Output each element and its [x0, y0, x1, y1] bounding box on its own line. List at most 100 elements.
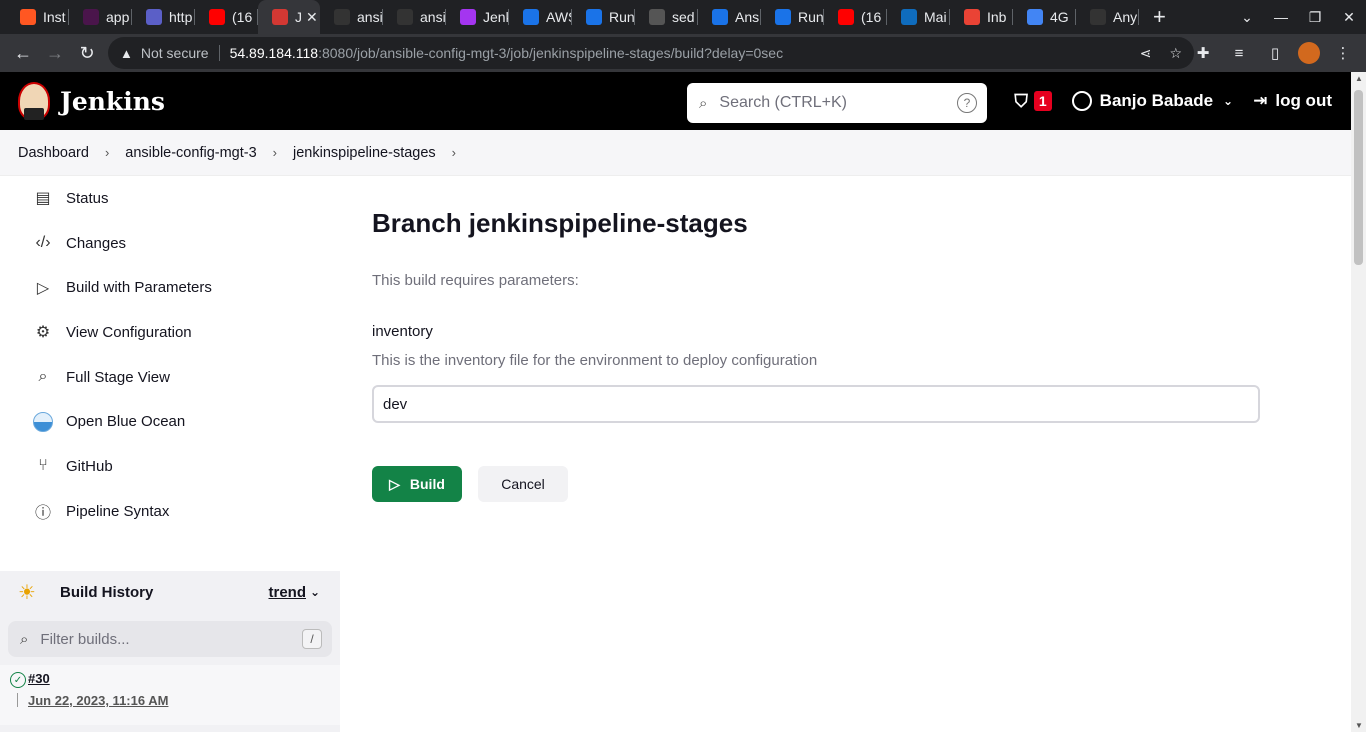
browser-tab[interactable]: ansi — [320, 0, 383, 34]
url-path[interactable]: :8080/job/ansible-config-mgt-3/job/jenki… — [318, 45, 783, 61]
chevron-right-icon[interactable]: › — [273, 145, 277, 160]
browser-tab[interactable]: app — [69, 0, 132, 34]
chevron-right-icon[interactable]: › — [105, 145, 109, 160]
security-label[interactable]: Not secure — [141, 45, 209, 61]
task-build-with-parameters[interactable]: ▷ Build with Parameters — [0, 265, 340, 310]
tab-title[interactable]: sed — [672, 9, 695, 25]
cancel-button[interactable]: Cancel — [478, 466, 568, 502]
task-open-blue-ocean[interactable]: Open Blue Ocean — [0, 399, 340, 444]
browser-tab[interactable]: Any — [1076, 0, 1139, 34]
breadcrumb-job[interactable]: jenkinspipeline-stages — [293, 145, 436, 161]
tab-title[interactable]: AWS — [546, 9, 572, 25]
task-pipeline-syntax[interactable]: ⓘ Pipeline Syntax — [0, 489, 340, 534]
inventory-input[interactable] — [372, 385, 1260, 423]
task-label[interactable]: Changes — [66, 235, 126, 252]
profile-avatar[interactable] — [1298, 42, 1320, 64]
browser-tab[interactable]: (16 — [195, 0, 258, 34]
browser-tab[interactable]: Run — [572, 0, 635, 34]
task-label[interactable]: Full Stage View — [66, 369, 170, 386]
tab-title[interactable]: app — [106, 9, 129, 25]
extensions-icon[interactable]: ✚ — [1190, 38, 1216, 68]
task-full-stage-view[interactable]: ⌕ Full Stage View — [0, 355, 340, 400]
task-label[interactable]: View Configuration — [66, 324, 192, 341]
logout-link[interactable]: ⇥ log out — [1253, 91, 1332, 111]
tab-title[interactable]: (16 — [232, 9, 252, 25]
user-menu[interactable]: Banjo Babade ⌄ — [1071, 91, 1233, 111]
scroll-up-icon[interactable]: ▲ — [1355, 74, 1363, 83]
user-name[interactable]: Banjo Babade — [1100, 91, 1213, 111]
reload-icon[interactable]: ↻ — [72, 38, 102, 68]
browser-tab[interactable]: Inst — [6, 0, 69, 34]
tab-title[interactable]: Any — [1113, 9, 1137, 25]
task-label[interactable]: Status — [66, 190, 109, 207]
app-name[interactable]: Jenkins — [60, 87, 165, 116]
tab-title[interactable]: Ans — [735, 9, 759, 25]
build-button[interactable]: ▷ Build — [372, 466, 462, 502]
breadcrumb-folder[interactable]: ansible-config-mgt-3 — [125, 145, 256, 161]
maximize-icon[interactable]: ❐ — [1298, 9, 1332, 26]
tab-title[interactable]: Run — [609, 9, 635, 25]
scroll-down-icon[interactable]: ▼ — [1355, 721, 1363, 730]
task-label[interactable]: Build with Parameters — [66, 279, 212, 296]
tab-title[interactable]: ansi — [357, 9, 383, 25]
chevron-down-icon[interactable]: ⌄ — [1223, 94, 1233, 108]
page-scrollbar[interactable]: ▲ ▼ — [1351, 72, 1366, 732]
filter-builds-input[interactable] — [40, 630, 281, 648]
tab-title[interactable]: (16 — [861, 9, 881, 25]
trend-link[interactable]: trend — [269, 584, 307, 601]
tab-title[interactable]: Jenk — [483, 9, 509, 25]
scrollbar-thumb[interactable] — [1354, 90, 1363, 265]
warning-icon[interactable]: ▲ — [120, 46, 133, 61]
jenkins-logo[interactable]: Jenkins — [18, 82, 165, 120]
browser-tab[interactable]: Ans — [698, 0, 761, 34]
browser-tab[interactable]: AWS — [509, 0, 572, 34]
bookmark-star-icon[interactable]: ☆ — [1169, 45, 1182, 62]
tab-title[interactable]: ansi — [420, 9, 446, 25]
browser-tab[interactable]: Jenk — [446, 0, 509, 34]
tab-title[interactable]: 4G — [1050, 9, 1069, 25]
browser-tab[interactable]: (16 — [824, 0, 887, 34]
browser-tab[interactable]: J ✕ — [258, 0, 320, 34]
back-icon[interactable]: ← — [8, 38, 38, 68]
close-window-icon[interactable]: ✕ — [1332, 9, 1366, 26]
browser-tab[interactable]: ansi — [383, 0, 446, 34]
task-view-configuration[interactable]: ⚙ View Configuration — [0, 310, 340, 355]
chevron-down-icon[interactable]: ⌄ — [310, 585, 320, 599]
forward-icon[interactable]: → — [40, 38, 70, 68]
browser-tab[interactable]: 4G — [1013, 0, 1076, 34]
task-status[interactable]: ▤ Status — [0, 176, 340, 221]
alert-count-badge[interactable]: 1 — [1033, 91, 1052, 111]
search-input[interactable] — [719, 94, 940, 112]
browser-tab[interactable]: Run — [761, 0, 824, 34]
build-number[interactable]: #30 — [28, 671, 50, 686]
tab-search-icon[interactable]: ⌄ — [1230, 9, 1264, 26]
search-help-icon[interactable]: ? — [957, 93, 977, 113]
share-icon[interactable]: ⋖ — [1140, 45, 1152, 62]
browser-tab[interactable]: Mai — [887, 0, 950, 34]
task-github[interactable]: ⑂ GitHub — [0, 444, 340, 489]
build-row[interactable]: ✓ #30 Jun 22, 2023, 11:16 AM — [0, 665, 340, 725]
task-changes[interactable]: ‹/› Changes — [0, 221, 340, 266]
shield-alert-icon[interactable]: ⛉ — [1014, 91, 1028, 112]
build-date[interactable]: Jun 22, 2023, 11:16 AM — [28, 693, 168, 708]
task-label[interactable]: Pipeline Syntax — [66, 503, 169, 520]
new-tab-icon[interactable]: + — [1153, 4, 1173, 30]
tab-title[interactable]: Run — [798, 9, 824, 25]
tab-title[interactable]: Inst — [43, 9, 66, 25]
breadcrumb-dashboard[interactable]: Dashboard — [18, 145, 89, 161]
side-panel-icon[interactable]: ▯ — [1262, 38, 1288, 68]
task-label[interactable]: GitHub — [66, 458, 113, 475]
browser-menu-icon[interactable]: ⋮ — [1330, 38, 1356, 68]
search-box[interactable]: ⌕ ? — [687, 83, 987, 123]
minimize-icon[interactable]: — — [1264, 9, 1298, 25]
browser-tab[interactable]: http — [132, 0, 195, 34]
filter-builds[interactable]: ⌕ / — [8, 621, 332, 657]
browser-tab[interactable]: Inb — [950, 0, 1013, 34]
tab-title[interactable]: Inb — [987, 9, 1006, 25]
media-queue-icon[interactable]: ≡ — [1226, 38, 1252, 68]
logout-label[interactable]: log out — [1275, 91, 1332, 111]
close-tab-icon[interactable]: ✕ — [306, 9, 318, 26]
tab-title[interactable]: Mai — [924, 9, 947, 25]
url-host[interactable]: 54.89.184.118 — [230, 45, 319, 61]
address-bar[interactable]: ▲ Not secure 54.89.184.118:8080/job/ansi… — [108, 37, 1194, 69]
